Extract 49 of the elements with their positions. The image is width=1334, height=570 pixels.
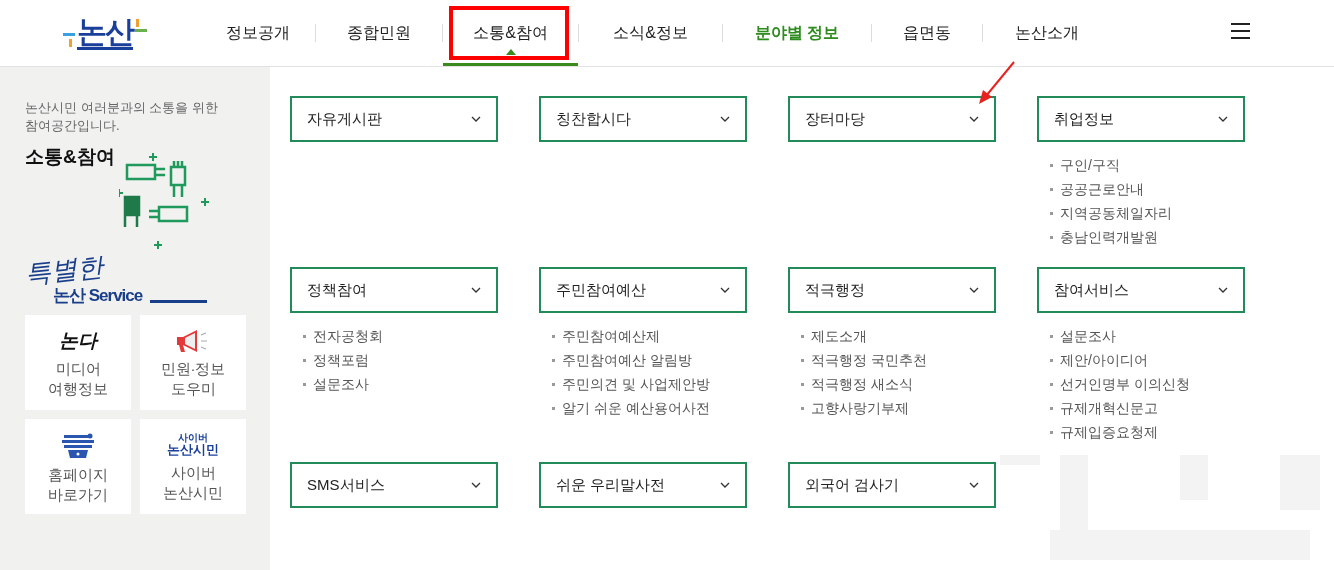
submenu-link[interactable]: 지역공동체일자리 bbox=[1060, 202, 1172, 224]
submenu-link[interactable]: 정책포럼 bbox=[313, 349, 369, 371]
menu-dropdown[interactable]: 참여서비스 bbox=[1037, 267, 1245, 313]
menu-dropdown[interactable]: 쉬운 우리말사전 bbox=[539, 462, 747, 508]
menu-dropdown[interactable]: 외국어 검사기 bbox=[788, 462, 996, 508]
submenu-link[interactable]: 충남인력개발원 bbox=[1060, 226, 1158, 248]
submenu-link[interactable]: 공공근로안내 bbox=[1060, 178, 1144, 200]
city-logo[interactable]: 논산 bbox=[63, 16, 147, 50]
submenu-link[interactable]: 적극행정 새소식 bbox=[811, 373, 913, 395]
submenu-link[interactable]: 주민참여예산 알림방 bbox=[562, 349, 692, 371]
submenu-link[interactable]: 알기 쉬운 예산용어사전 bbox=[562, 397, 710, 419]
nav-tab[interactable]: 읍면동 bbox=[872, 0, 982, 66]
nav-tab[interactable]: 종합민원 bbox=[316, 0, 442, 66]
logo-text: 사이버 논산시민 bbox=[167, 432, 219, 457]
nav-tab[interactable]: 분야별 정보 bbox=[723, 0, 871, 66]
nav-tab[interactable]: 정보공개 bbox=[200, 0, 315, 66]
submenu-link[interactable]: 규제개혁신문고 bbox=[1060, 397, 1158, 419]
submenu-link[interactable]: 적극행정 국민추천 bbox=[811, 349, 927, 371]
menu-dropdown[interactable]: 정책참여 bbox=[290, 267, 498, 313]
script-title: 특별한 bbox=[23, 253, 105, 287]
menu-dropdown[interactable]: 자유게시판 bbox=[290, 96, 498, 142]
menu-dropdown[interactable]: SMS서비스 bbox=[290, 462, 498, 508]
submenu-link[interactable]: 제안/아이디어 bbox=[1060, 349, 1148, 371]
menu-dropdown[interactable]: 칭찬합시다 bbox=[539, 96, 747, 142]
quick-link-card[interactable]: 민원·정보 도우미 bbox=[140, 314, 246, 410]
quick-link-card[interactable]: 논다 미디어 여행정보 bbox=[25, 314, 131, 410]
menu-dropdown[interactable]: 장터마당 bbox=[788, 96, 996, 142]
submenu-link[interactable]: 구인/구직 bbox=[1060, 154, 1120, 176]
nav-tab[interactable]: 논산소개 bbox=[983, 0, 1111, 66]
nav-tab[interactable]: 소통&참여 bbox=[443, 0, 578, 66]
service-title: 논산 Service bbox=[53, 285, 143, 307]
submenu-link[interactable]: 설문조사 bbox=[313, 373, 369, 395]
quick-link-card[interactable]: 사이버 논산시민 사이버 논산시민 bbox=[140, 418, 246, 514]
intro-text: 논산시민 여러분과의 소통을 위한 참여공간입니다. bbox=[25, 99, 219, 135]
menu-dropdown[interactable]: 취업정보 bbox=[1037, 96, 1245, 142]
submenu-link[interactable]: 주민의견 및 사업제안방 bbox=[562, 373, 710, 395]
submenu-link[interactable]: 설문조사 bbox=[1060, 325, 1116, 347]
submenu-link[interactable]: 제도소개 bbox=[811, 325, 867, 347]
logo-text: 논다 bbox=[59, 329, 97, 353]
submenu-link[interactable]: 규제입증요청제 bbox=[1060, 421, 1158, 443]
menu-dropdown[interactable]: 주민참여예산 bbox=[539, 267, 747, 313]
submenu-link[interactable]: 선거인명부 이의신청 bbox=[1060, 373, 1190, 395]
menu-dropdown[interactable]: 적극행정 bbox=[788, 267, 996, 313]
submenu-link[interactable]: 전자공청회 bbox=[313, 325, 383, 347]
submenu-link[interactable]: 고향사랑기부제 bbox=[811, 397, 909, 419]
submenu-link[interactable]: 주민참여예산제 bbox=[562, 325, 660, 347]
nav-tab[interactable]: 소식&정보 bbox=[579, 0, 722, 66]
quick-link-card[interactable]: 홈페이지 바로가기 bbox=[25, 418, 131, 514]
section-title: 소통&참여 bbox=[25, 145, 115, 169]
